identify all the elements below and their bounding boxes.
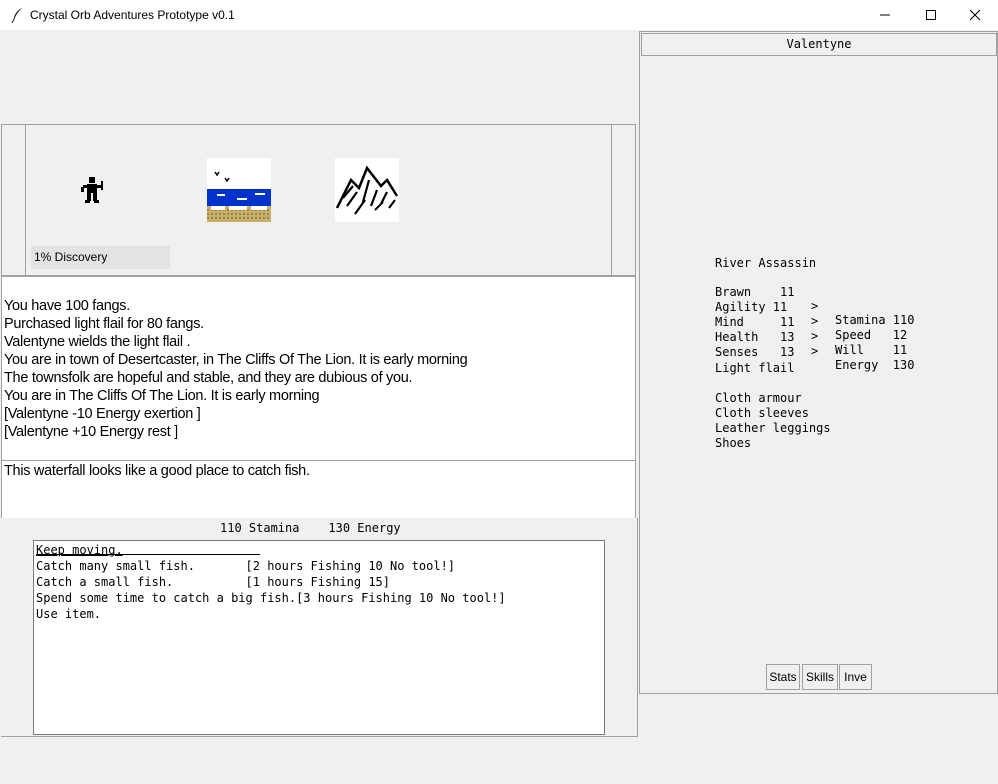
log-line: Purchased light flail for 80 fangs. [4, 316, 204, 332]
character-class: River Assassin [715, 256, 817, 270]
action-item-catch-big-fish[interactable]: Spend some time to catch a big fish.[3 h… [36, 590, 506, 606]
action-item-use-item[interactable]: Use item. [36, 606, 101, 622]
log-line: [Valentyne -10 Energy exertion ] [4, 406, 201, 422]
status-line: 110 Stamina 130 Energy [220, 521, 401, 535]
armour-item: Leather leggings [715, 421, 831, 435]
minimize-icon [880, 14, 890, 16]
stat-right: Energy 130 [835, 358, 915, 372]
log-line: You are in town of Desertcaster, in The … [4, 352, 468, 368]
stat-arrow: > [811, 299, 819, 313]
lake-tile-icon [207, 158, 271, 222]
action-item-catch-many-fish[interactable]: Catch many small fish. [2 hours Fishing … [36, 558, 455, 574]
selection-underline [36, 554, 260, 555]
stat-right: Speed 12 [835, 328, 908, 342]
feather-icon [10, 7, 24, 24]
log-line: The townsfolk are hopeful and stable, an… [4, 370, 413, 386]
minimize-button[interactable] [862, 0, 908, 30]
tab-skills[interactable]: Skills [802, 664, 838, 690]
close-button[interactable] [952, 0, 998, 30]
action-item-catch-small-fish[interactable]: Catch a small fish. [1 hours Fishing 15] [36, 574, 390, 590]
action-item-keep-moving[interactable]: Keep moving. [36, 542, 123, 558]
stat-arrow: > [811, 314, 819, 328]
character-name: Valentyne [786, 37, 852, 51]
stat-arrow: > [811, 344, 819, 358]
window-title: Crystal Orb Adventures Prototype v0.1 [30, 8, 235, 22]
stat-right: Will 11 [835, 343, 908, 357]
close-icon [969, 9, 981, 21]
stat-right: Stamina 110 [835, 313, 915, 327]
log-line: Valentyne wields the light flail . [4, 334, 191, 350]
armour-item: Cloth armour [715, 391, 802, 405]
stat-row: Senses 13 [715, 331, 794, 387]
equipped-weapon: Light flail [715, 361, 795, 375]
mountain-tile-icon [335, 158, 399, 222]
energy-value: 130 Energy [328, 521, 401, 535]
armour-item: Cloth sleeves [715, 406, 809, 420]
discovery-indicator: 1% Discovery [31, 246, 170, 269]
message-log: You have 100 fangs. Purchased light flai… [4, 297, 468, 441]
tab-stats[interactable]: Stats [766, 664, 800, 690]
log-line: You have 100 fangs. [4, 298, 130, 314]
maximize-icon [926, 10, 936, 20]
stat-left: Senses 13 [715, 345, 795, 359]
armour-item: Shoes [715, 436, 752, 450]
stamina-value: 110 Stamina [220, 521, 300, 535]
player-figure-icon [76, 175, 108, 207]
maximize-button[interactable] [908, 0, 954, 30]
stat-arrow: > [811, 329, 819, 343]
log-line: [Valentyne +10 Energy rest ] [4, 424, 178, 440]
log-line: You are in The Cliffs Of The Lion. It is… [4, 388, 320, 404]
character-panel [639, 31, 998, 694]
location-description: This waterfall looks like a good place t… [4, 463, 310, 479]
tab-inventory[interactable]: Inve [839, 664, 872, 690]
action-list[interactable]: Keep moving. Catch many small fish. [2 h… [33, 540, 605, 735]
